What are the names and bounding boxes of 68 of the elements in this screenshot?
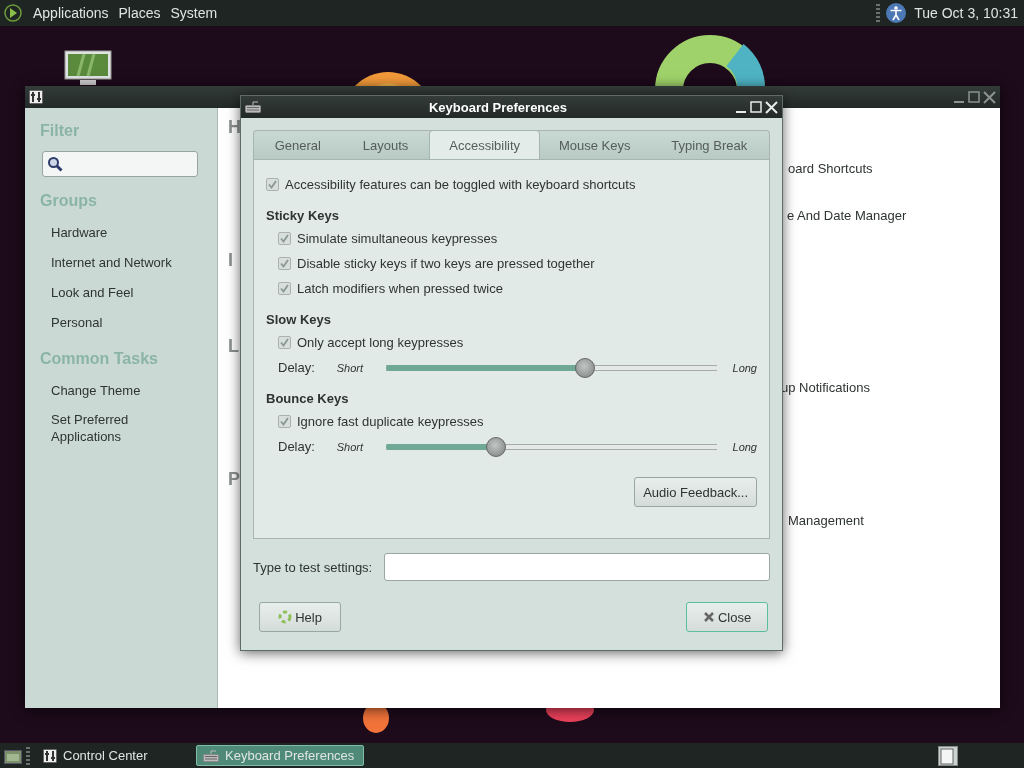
slider-label: Delay:: [278, 360, 316, 375]
search-icon: [47, 156, 63, 172]
section-heading: L: [228, 335, 240, 357]
accessibility-icon[interactable]: [886, 3, 907, 23]
section-heading: H: [228, 116, 242, 138]
tab[interactable]: Accessibility: [429, 130, 540, 159]
app-icon: [43, 748, 57, 763]
computer-icon[interactable]: [64, 50, 112, 86]
slider-thumb[interactable]: [486, 436, 507, 457]
section-heading: I: [228, 249, 234, 271]
slider-min-label: Short: [336, 361, 365, 374]
slider-max-label: Long: [732, 361, 757, 374]
workspace-switcher-icon[interactable]: [938, 745, 958, 766]
close-button[interactable]: Close: [686, 602, 768, 632]
field-label: Type to test settings:: [253, 559, 373, 575]
sidebar-item[interactable]: Look and Feel: [40, 278, 217, 308]
keyboard-icon: [203, 749, 219, 762]
test-field[interactable]: [384, 553, 770, 581]
checkbox-label: Accessibility features can be toggled with keyboard shortcuts: [285, 177, 636, 192]
checkbox[interactable]: [278, 415, 291, 428]
app-icon: [29, 90, 43, 104]
tab[interactable]: Layouts: [341, 131, 430, 159]
section-heading: Common Tasks: [40, 350, 159, 368]
slider-label: Delay:: [278, 439, 316, 454]
taskbar-item[interactable]: Control Center: [36, 745, 196, 766]
tab[interactable]: Typing Break: [649, 131, 769, 159]
applet-item[interactable]: e And Date Manager: [787, 207, 907, 225]
keyboard-icon: [245, 101, 261, 113]
slider-thumb[interactable]: [575, 357, 596, 378]
show-desktop-icon[interactable]: [4, 747, 22, 764]
sidebar-item[interactable]: Set Preferred Applications: [40, 405, 161, 451]
slider-min-label: Short: [336, 440, 365, 453]
checkbox-label: Latch modifiers when pressed twice: [297, 281, 503, 296]
sidebar-item[interactable]: Internet and Network: [40, 248, 217, 278]
section-heading: Sticky Keys: [266, 207, 340, 225]
search-field[interactable]: [42, 151, 198, 177]
logo-icon[interactable]: [4, 4, 22, 22]
checkbox-label: Simulate simultaneous keypresses: [297, 231, 498, 246]
checkbox[interactable]: [278, 257, 291, 270]
checkbox[interactable]: [266, 178, 279, 191]
section-heading: Groups: [40, 192, 98, 210]
checkbox-label: Disable sticky keys if two keys are pressed together: [297, 256, 595, 271]
sidebar-item[interactable]: Hardware: [40, 218, 217, 248]
checkbox[interactable]: [278, 232, 291, 245]
checkbox-label: Only accept long keypresses: [297, 335, 464, 350]
checkbox[interactable]: [278, 336, 291, 349]
clock[interactable]: Tue Oct 3, 10:31: [914, 5, 1018, 21]
section-heading: Bounce Keys: [266, 390, 350, 408]
menu-item[interactable]: Applications: [28, 5, 114, 21]
audio-feedback-button[interactable]: Audio Feedback...: [634, 477, 757, 507]
sidebar-item[interactable]: Change Theme: [40, 376, 161, 405]
applet-item[interactable]: oard Shortcuts: [788, 160, 907, 178]
applet-item[interactable]: Management: [788, 512, 907, 530]
sidebar-item[interactable]: Personal: [40, 308, 217, 338]
menu-item[interactable]: Places: [113, 5, 166, 21]
menu-item[interactable]: System: [165, 5, 223, 21]
section-heading: P: [228, 468, 241, 490]
tab[interactable]: General: [254, 131, 342, 159]
checkbox-label: Ignore fast duplicate keypresses: [297, 414, 484, 429]
help-button[interactable]: Help: [259, 602, 341, 632]
section-heading: Filter: [40, 122, 81, 140]
section-heading: Slow Keys: [266, 311, 333, 329]
window-title: Keyboard Preferences: [428, 99, 568, 115]
help-icon: [278, 610, 293, 624]
tab[interactable]: Mouse Keys: [539, 131, 650, 159]
checkbox[interactable]: [278, 282, 291, 295]
slider-max-label: Long: [732, 440, 757, 453]
close-icon: [702, 611, 715, 623]
